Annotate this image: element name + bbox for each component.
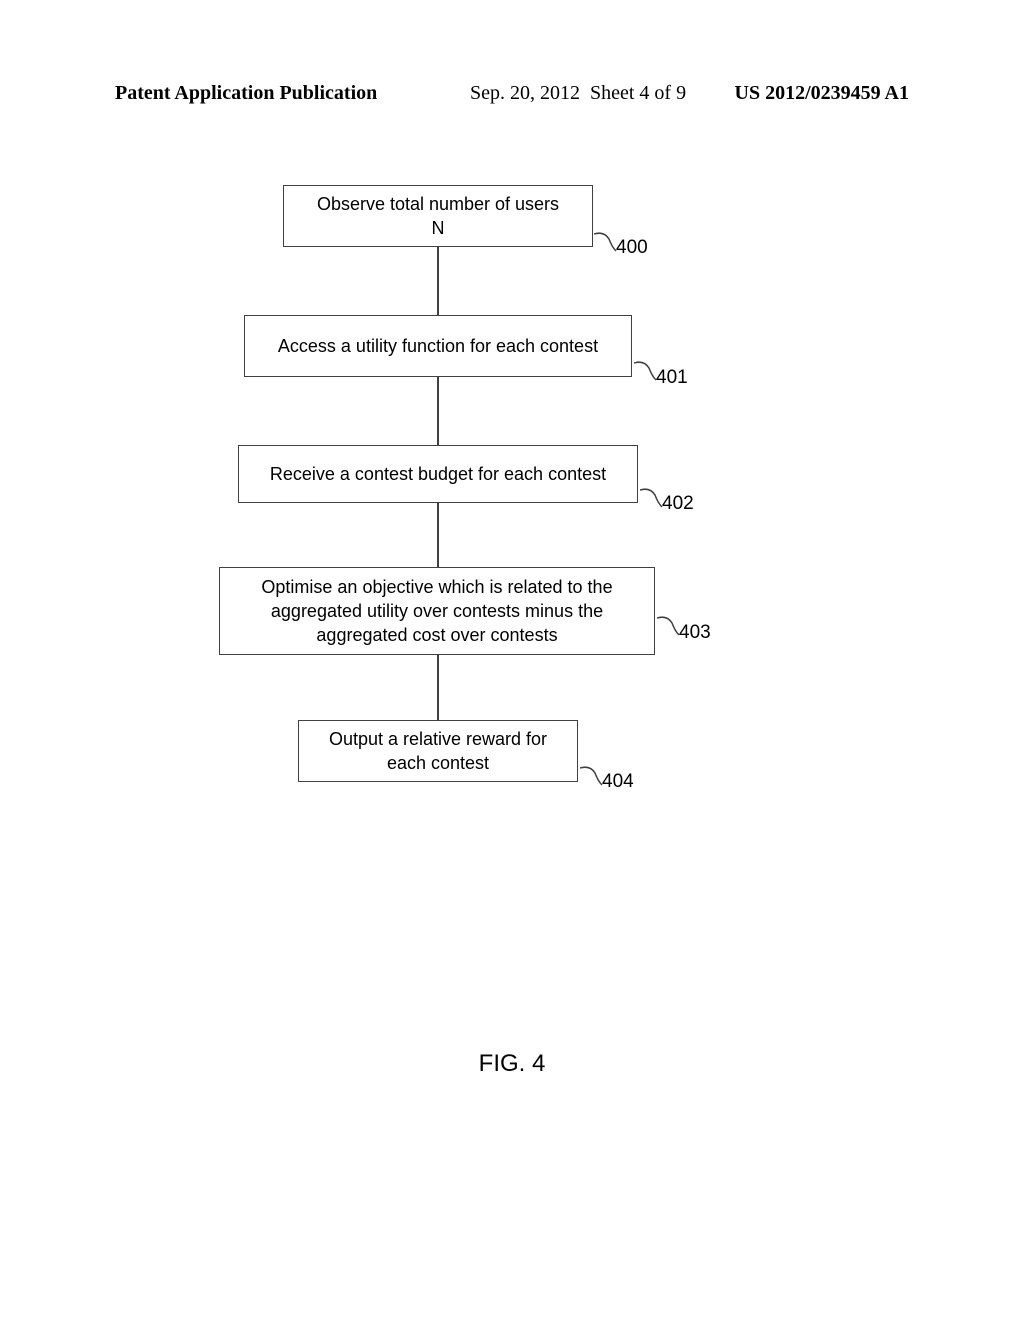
flow-box-text: Receive a contest budget for each contes… (270, 462, 606, 486)
ref-label-400: 400 (616, 237, 648, 259)
flow-box-403: Optimise an objective which is related t… (219, 567, 655, 655)
flow-box-401: Access a utility function for each conte… (244, 315, 632, 377)
flow-connector (437, 377, 439, 445)
header-sheet: Sheet 4 of 9 (590, 82, 686, 104)
flow-box-text: Optimise an objective which is related t… (261, 575, 612, 648)
figure-label: FIG. 4 (0, 1050, 1024, 1078)
ref-label-402: 402 (662, 493, 694, 515)
header-date: Sep. 20, 2012 Sheet 4 of 9 (470, 82, 686, 105)
flow-connector (437, 247, 439, 315)
flow-connector (437, 503, 439, 567)
header-date-text: Sep. 20, 2012 (470, 82, 580, 104)
flow-box-404: Output a relative reward for each contes… (298, 720, 578, 782)
flow-box-402: Receive a contest budget for each contes… (238, 445, 638, 503)
ref-label-404: 404 (602, 771, 634, 793)
ref-label-403: 403 (679, 622, 711, 644)
header-right: US 2012/0239459 A1 (735, 82, 909, 105)
flow-box-text: Output a relative reward for each contes… (329, 727, 547, 776)
flow-box-400: Observe total number of users N (283, 185, 593, 247)
ref-label-401: 401 (656, 367, 688, 389)
flow-connector (437, 655, 439, 720)
flow-box-text: Observe total number of users N (317, 192, 559, 241)
header-left: Patent Application Publication (115, 82, 377, 105)
flow-box-text: Access a utility function for each conte… (278, 334, 598, 358)
